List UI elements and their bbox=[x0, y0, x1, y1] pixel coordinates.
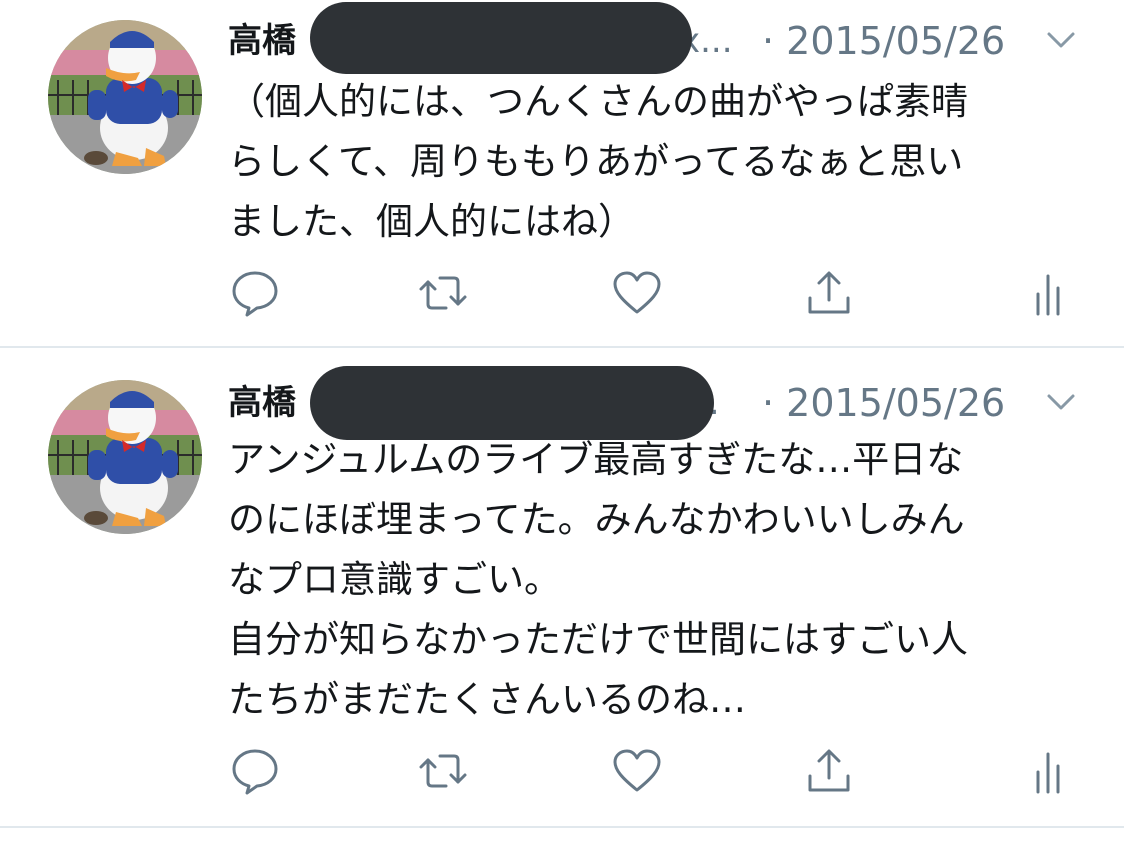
avatar[interactable] bbox=[48, 20, 202, 174]
reply-icon[interactable] bbox=[230, 268, 280, 318]
tweet-text-line: なプロ意識すごい。 bbox=[228, 558, 561, 601]
analytics-icon[interactable] bbox=[1026, 268, 1076, 318]
redaction-mark bbox=[310, 2, 692, 74]
tweet-header: 高橋 .. · 2015/05/26 bbox=[228, 366, 1088, 440]
display-name[interactable]: 高橋 bbox=[228, 380, 296, 426]
reply-icon[interactable] bbox=[230, 746, 280, 796]
tweet-text: （個人的には、つんくさんの曲がやっぱ素晴 らしくて、周りももりあがってるなぁと思… bbox=[228, 72, 1088, 252]
tweet-text-line: らしくて、周りももりあがってるなぁと思い bbox=[228, 140, 964, 183]
chevron-down-icon[interactable] bbox=[1046, 28, 1076, 52]
tweet-date[interactable]: · 2015/05/26 bbox=[762, 18, 1005, 64]
tweet-date[interactable]: · 2015/05/26 bbox=[762, 380, 1005, 426]
tweet-actions bbox=[228, 746, 1078, 796]
analytics-icon[interactable] bbox=[1026, 746, 1076, 796]
tweet-text-line: ました、個人的にはね） bbox=[228, 200, 635, 243]
redaction-mark bbox=[310, 366, 714, 440]
tweet-text-line: アンジュルムのライブ最高すぎたな…平日な bbox=[228, 438, 964, 481]
tweet-text-line: のにほぼ埋まってた。みんなかわいいしみん bbox=[228, 498, 965, 541]
avatar[interactable] bbox=[48, 380, 202, 534]
tweet-header: 高橋 x... · 2015/05/26 bbox=[228, 2, 1088, 74]
tweet-actions bbox=[228, 268, 1078, 318]
tweet-text-line: たちがまだたくさんいるのね… bbox=[228, 678, 746, 721]
heart-icon[interactable] bbox=[612, 268, 662, 318]
tweet[interactable]: 高橋 .. · 2015/05/26 アンジュルムのライブ最高すぎたな…平日な … bbox=[0, 348, 1124, 826]
tweet[interactable]: 高橋 x... · 2015/05/26 （個人的には、つんくさんの曲がやっぱ素… bbox=[0, 0, 1124, 346]
tweet-text-line: 自分が知らなかっただけで世間にはすごい人 bbox=[228, 618, 968, 661]
tweet-text: アンジュルムのライブ最高すぎたな…平日な のにほぼ埋まってた。みんなかわいいしみ… bbox=[228, 430, 1088, 730]
tweet-text-line: （個人的には、つんくさんの曲がやっぱ素晴 bbox=[228, 80, 968, 123]
retweet-icon[interactable] bbox=[418, 746, 468, 796]
retweet-icon[interactable] bbox=[418, 268, 468, 318]
chevron-down-icon[interactable] bbox=[1046, 390, 1076, 414]
heart-icon[interactable] bbox=[612, 746, 662, 796]
tweet-divider bbox=[0, 826, 1124, 828]
share-icon[interactable] bbox=[804, 746, 854, 796]
share-icon[interactable] bbox=[804, 268, 854, 318]
display-name[interactable]: 高橋 bbox=[228, 18, 296, 64]
